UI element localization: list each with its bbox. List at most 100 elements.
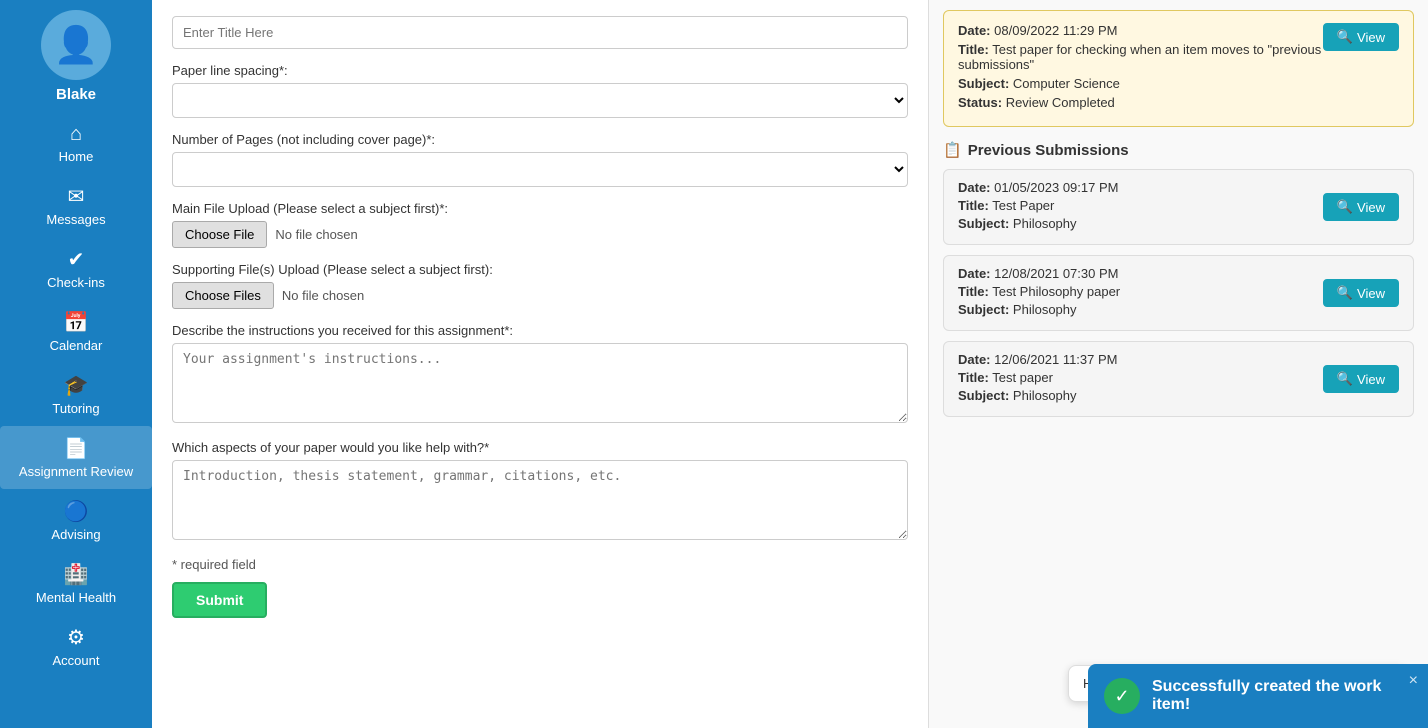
current-title-label: Title: bbox=[958, 42, 989, 57]
aspects-group: Which aspects of your paper would you li… bbox=[172, 440, 908, 543]
prev-subject-0: Subject: Philosophy bbox=[958, 216, 1118, 231]
sidebar-item-calendar[interactable]: 📅 Calendar bbox=[0, 300, 152, 363]
sidebar-item-account-label: Account bbox=[53, 653, 100, 668]
prev-date-1: Date: 12/08/2021 07:30 PM bbox=[958, 266, 1120, 281]
prev-submission-info-1: Date: 12/08/2021 07:30 PM Title: Test Ph… bbox=[958, 266, 1120, 320]
current-status: Status: Review Completed bbox=[958, 95, 1323, 110]
assignment-review-icon: 📄 bbox=[64, 436, 89, 461]
main-file-upload-row: Choose File No file chosen bbox=[172, 221, 908, 248]
avatar: 👤 bbox=[41, 10, 111, 80]
form-area: Paper line spacing*: Single Double Numbe… bbox=[152, 0, 928, 728]
sidebar-item-tutoring-label: Tutoring bbox=[52, 401, 99, 416]
previous-submissions-title: 📋 Previous Submissions bbox=[943, 141, 1414, 159]
sidebar-item-advising-label: Advising bbox=[51, 527, 100, 542]
current-subject: Subject: Computer Science bbox=[958, 76, 1323, 91]
search-icon-2: 🔍 bbox=[1337, 371, 1353, 387]
prev-submission-card-0: Date: 01/05/2023 09:17 PM Title: Test Pa… bbox=[943, 169, 1414, 245]
success-toast: ✓ Successfully created the work item! × bbox=[1088, 664, 1428, 728]
main-content: Paper line spacing*: Single Double Numbe… bbox=[152, 0, 1428, 728]
sidebar-item-assignment-review[interactable]: 📄 Assignment Review bbox=[0, 426, 152, 489]
avatar-icon: 👤 bbox=[54, 24, 99, 66]
prev-submission-card-1: Date: 12/08/2021 07:30 PM Title: Test Ph… bbox=[943, 255, 1414, 331]
prev-submission-info-0: Date: 01/05/2023 09:17 PM Title: Test Pa… bbox=[958, 180, 1118, 234]
prev-view-button-1[interactable]: 🔍 View bbox=[1323, 279, 1399, 307]
current-date-value: 08/09/2022 11:29 PM bbox=[994, 23, 1117, 38]
choose-file-button[interactable]: Choose File bbox=[172, 221, 267, 248]
search-icon: 🔍 bbox=[1337, 29, 1353, 45]
current-subject-label: Subject: bbox=[958, 76, 1009, 91]
title-input[interactable] bbox=[172, 16, 908, 49]
account-icon: ⚙ bbox=[67, 625, 85, 650]
prev-view-button-0[interactable]: 🔍 View bbox=[1323, 193, 1399, 221]
prev-title-1: Title: Test Philosophy paper bbox=[958, 284, 1120, 299]
sidebar-item-advising[interactable]: 🔵 Advising bbox=[0, 489, 152, 552]
current-view-button[interactable]: 🔍 View bbox=[1323, 23, 1399, 51]
prev-view-button-2[interactable]: 🔍 View bbox=[1323, 365, 1399, 393]
prev-date-2: Date: 12/06/2021 11:37 PM bbox=[958, 352, 1118, 367]
sidebar-item-mental-health-label: Mental Health bbox=[36, 590, 116, 605]
supporting-files-label: Supporting File(s) Upload (Please select… bbox=[172, 262, 908, 277]
advising-icon: 🔵 bbox=[64, 499, 89, 524]
aspects-textarea[interactable] bbox=[172, 460, 908, 540]
right-panel: Date: 08/09/2022 11:29 PM Title: Test pa… bbox=[928, 0, 1428, 728]
sidebar-item-mental-health[interactable]: 🏥 Mental Health bbox=[0, 552, 152, 615]
prev-date-0: Date: 01/05/2023 09:17 PM bbox=[958, 180, 1118, 195]
sidebar-item-messages[interactable]: ✉ Messages bbox=[0, 174, 152, 237]
prev-submission-info-2: Date: 12/06/2021 11:37 PM Title: Test pa… bbox=[958, 352, 1118, 406]
line-spacing-label: Paper line spacing*: bbox=[172, 63, 908, 78]
aspects-label: Which aspects of your paper would you li… bbox=[172, 440, 908, 455]
toast-close-button[interactable]: × bbox=[1409, 672, 1418, 690]
check-ins-icon: ✔ bbox=[68, 247, 85, 272]
sidebar-item-assignment-review-label: Assignment Review bbox=[19, 464, 133, 479]
pages-group: Number of Pages (not including cover pag… bbox=[172, 132, 908, 187]
main-file-label: Main File Upload (Please select a subjec… bbox=[172, 201, 908, 216]
current-title: Title: Test paper for checking when an i… bbox=[958, 42, 1323, 72]
pages-select[interactable]: 1 2 3 4 5 bbox=[172, 152, 908, 187]
toast-message: Successfully created the work item! bbox=[1152, 678, 1412, 714]
calendar-icon: 📅 bbox=[64, 310, 89, 335]
current-submission-card: Date: 08/09/2022 11:29 PM Title: Test pa… bbox=[943, 10, 1414, 127]
prev-title-0: Title: Test Paper bbox=[958, 198, 1118, 213]
sidebar-item-home-label: Home bbox=[59, 149, 94, 164]
file-icon: 📋 bbox=[943, 141, 962, 159]
sidebar-item-calendar-label: Calendar bbox=[50, 338, 103, 353]
prev-subject-2: Subject: Philosophy bbox=[958, 388, 1118, 403]
home-icon: ⌂ bbox=[70, 123, 82, 146]
sidebar-item-check-ins-label: Check-ins bbox=[47, 275, 105, 290]
sidebar: 👤 Blake ⌂ Home ✉ Messages ✔ Check-ins 📅 … bbox=[0, 0, 152, 728]
messages-icon: ✉ bbox=[68, 184, 85, 209]
search-icon-0: 🔍 bbox=[1337, 199, 1353, 215]
instructions-group: Describe the instructions you received f… bbox=[172, 323, 908, 426]
main-file-group: Main File Upload (Please select a subjec… bbox=[172, 201, 908, 248]
line-spacing-select[interactable]: Single Double bbox=[172, 83, 908, 118]
required-note: * required field bbox=[172, 557, 908, 572]
current-subject-value: Computer Science bbox=[1013, 76, 1120, 91]
prev-title-2: Title: Test paper bbox=[958, 370, 1118, 385]
toast-check-icon: ✓ bbox=[1104, 678, 1140, 714]
current-date-label: Date: bbox=[958, 23, 991, 38]
sidebar-item-check-ins[interactable]: ✔ Check-ins bbox=[0, 237, 152, 300]
previous-submissions-section: 📋 Previous Submissions Date: 01/05/2023 … bbox=[943, 141, 1414, 417]
search-icon-1: 🔍 bbox=[1337, 285, 1353, 301]
current-status-label: Status: bbox=[958, 95, 1002, 110]
current-status-value: Review Completed bbox=[1006, 95, 1115, 110]
current-title-value: Test paper for checking when an item mov… bbox=[958, 42, 1321, 72]
instructions-textarea[interactable] bbox=[172, 343, 908, 423]
sidebar-item-account[interactable]: ⚙ Account bbox=[0, 615, 152, 678]
tutoring-icon: 🎓 bbox=[64, 373, 89, 398]
choose-files-button[interactable]: Choose Files bbox=[172, 282, 274, 309]
line-spacing-group: Paper line spacing*: Single Double bbox=[172, 63, 908, 118]
supporting-files-upload-row: Choose Files No file chosen bbox=[172, 282, 908, 309]
pages-label: Number of Pages (not including cover pag… bbox=[172, 132, 908, 147]
instructions-label: Describe the instructions you received f… bbox=[172, 323, 908, 338]
supporting-files-group: Supporting File(s) Upload (Please select… bbox=[172, 262, 908, 309]
mental-health-icon: 🏥 bbox=[64, 562, 89, 587]
submit-button[interactable]: Submit bbox=[172, 582, 267, 618]
sidebar-item-messages-label: Messages bbox=[46, 212, 105, 227]
sidebar-username: Blake bbox=[56, 86, 96, 103]
prev-subject-1: Subject: Philosophy bbox=[958, 302, 1120, 317]
sidebar-item-tutoring[interactable]: 🎓 Tutoring bbox=[0, 363, 152, 426]
sidebar-item-home[interactable]: ⌂ Home bbox=[0, 113, 152, 174]
prev-submission-card-2: Date: 12/06/2021 11:37 PM Title: Test pa… bbox=[943, 341, 1414, 417]
supporting-files-no-file-text: No file chosen bbox=[282, 288, 364, 303]
